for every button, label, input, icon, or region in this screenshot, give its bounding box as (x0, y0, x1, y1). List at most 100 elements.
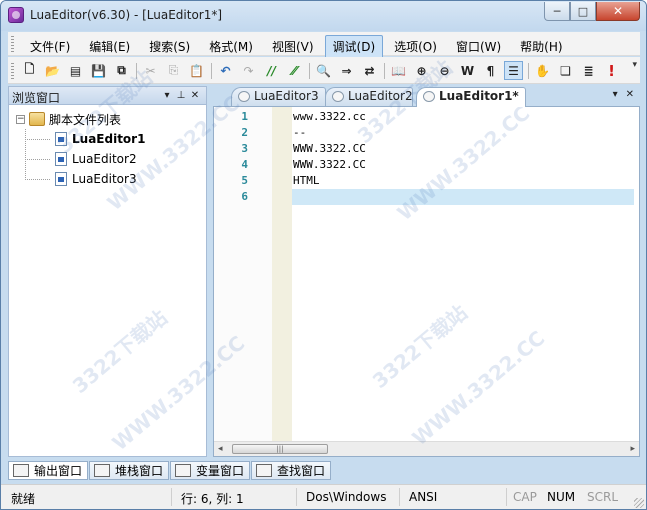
list-icon[interactable]: ≣ (579, 61, 598, 80)
code-editor[interactable]: 1 www.3322.cc 2 -- 3 WWW.3322.CC 4 WWW.3… (213, 106, 640, 457)
find-next-icon[interactable]: ⇒ (337, 61, 356, 80)
cut-icon[interactable]: ✂ (141, 61, 160, 80)
tab-luaeditor2[interactable]: LuaEditor2 (325, 87, 413, 106)
bottom-panel-tabs: 输出窗口 堆栈窗口 变量窗口 查找窗口 (8, 461, 640, 481)
menu-options[interactable]: 选项(O) (386, 35, 445, 59)
open-recent-icon[interactable]: ▤ (66, 61, 85, 80)
line-number: 6 (241, 190, 248, 203)
tree-connector (25, 129, 26, 181)
toolbar-overflow-icon[interactable]: ▾ (632, 61, 637, 70)
status-caps-lock: CAP (513, 490, 537, 504)
open-folder-icon[interactable]: 📂 (43, 61, 62, 80)
tab-label: 变量窗口 (196, 464, 245, 478)
tab-label: LuaEditor2 (348, 89, 413, 103)
panel-dropdown-icon[interactable]: ▾ (160, 88, 174, 103)
line-text: HTML (293, 174, 320, 187)
bookmark-icon[interactable]: ❏ (556, 61, 575, 80)
menu-file[interactable]: 文件(F) (22, 35, 78, 59)
menu-grip-handle[interactable] (11, 36, 14, 52)
menu-window[interactable]: 窗口(W) (448, 35, 509, 59)
menu-help[interactable]: 帮助(H) (512, 35, 570, 59)
status-scroll-lock: SCRL (587, 490, 619, 504)
indent-guide-icon[interactable]: ☰ (504, 61, 523, 80)
variable-window-icon (175, 464, 192, 477)
tab-output-window[interactable]: 输出窗口 (8, 461, 89, 480)
uncomment-icon[interactable]: ⁄⁄ (285, 61, 304, 80)
word-wrap-icon[interactable]: W (458, 61, 477, 80)
redo-icon[interactable]: ↷ (239, 61, 258, 80)
panel-pin-icon[interactable]: ⊥ (174, 88, 188, 103)
tree-connector (25, 159, 51, 160)
menu-debug[interactable]: 调试(D) (324, 35, 384, 59)
status-bar: 就绪 行: 6, 列: 1 Dos\Windows ANSI CAP NUM S… (1, 484, 646, 509)
tab-stack-window[interactable]: 堆栈窗口 (89, 461, 170, 480)
tree-item-luaeditor1[interactable]: LuaEditor1 (25, 129, 146, 149)
tab-variable-window[interactable]: 变量窗口 (170, 461, 251, 480)
app-logo-icon (8, 7, 24, 23)
book-icon[interactable]: 📖 (389, 61, 408, 80)
horizontal-scrollbar[interactable]: ◂ ||| ▸ (214, 441, 639, 456)
code-line-current[interactable]: 6 (214, 189, 639, 205)
tab-label: LuaEditor1* (439, 89, 519, 103)
paste-icon[interactable]: 📋 (187, 61, 206, 80)
tab-luaeditor1[interactable]: LuaEditor1* (416, 87, 526, 107)
line-text: WWW.3322.CC (293, 142, 366, 155)
code-line[interactable]: 3 WWW.3322.CC (214, 141, 639, 157)
menu-view[interactable]: 视图(V) (264, 35, 322, 59)
resize-grip-handle[interactable] (634, 498, 644, 508)
title-bar[interactable]: LuaEditor(v6.30) - [LuaEditor1*] ─ □ ✕ (1, 1, 646, 31)
tree-item-luaeditor2[interactable]: LuaEditor2 (25, 149, 145, 169)
line-text: www.3322.cc (293, 110, 366, 123)
code-line[interactable]: 5 HTML (214, 173, 639, 189)
save-icon[interactable]: 💾 (89, 61, 108, 80)
menu-format[interactable]: 格式(M) (201, 35, 261, 59)
tree-root[interactable]: − 脚本文件列表 (13, 109, 145, 129)
zoom-in-icon[interactable]: ⊕ (412, 61, 431, 80)
tab-list-dropdown-icon[interactable]: ▾ (613, 89, 618, 100)
tree-item-luaeditor3[interactable]: LuaEditor3 (25, 169, 145, 189)
replace-icon[interactable]: ⇄ (360, 61, 379, 80)
code-line[interactable]: 1 www.3322.cc (214, 109, 639, 125)
tab-luaeditor3[interactable]: LuaEditor3 (231, 87, 326, 106)
scroll-right-icon[interactable]: ▸ (630, 444, 635, 454)
save-all-icon[interactable]: ⧉ (112, 61, 131, 80)
new-file-icon[interactable]: 🗋 (20, 61, 39, 80)
zoom-out-icon[interactable]: ⊖ (435, 61, 454, 80)
toolbar-separator (136, 62, 137, 79)
status-divider (171, 488, 172, 506)
panel-close-icon[interactable]: ✕ (188, 88, 202, 103)
tab-label: 堆栈窗口 (115, 464, 164, 478)
paragraph-icon[interactable]: ¶ (481, 61, 500, 80)
lua-file-icon (55, 132, 67, 146)
minimize-button[interactable]: ─ (544, 2, 570, 21)
menu-search[interactable]: 搜索(S) (141, 35, 198, 59)
stop-icon[interactable]: ! (602, 61, 621, 80)
tab-find-window[interactable]: 查找窗口 (251, 461, 332, 480)
menu-edit[interactable]: 编辑(E) (81, 35, 138, 59)
toolbar-grip-handle[interactable] (11, 63, 14, 79)
tab-label: 输出窗口 (34, 464, 83, 478)
tab-close-icon[interactable]: ✕ (626, 89, 634, 100)
scroll-left-icon[interactable]: ◂ (218, 444, 223, 454)
status-num-lock: NUM (547, 490, 576, 504)
status-divider (399, 488, 400, 506)
find-icon[interactable]: 🔍 (314, 61, 333, 80)
status-divider (506, 488, 507, 506)
lua-file-icon (55, 152, 67, 166)
scrollbar-thumb[interactable]: ||| (232, 444, 328, 454)
tree-expander[interactable]: − (16, 114, 25, 124)
status-divider (296, 488, 297, 506)
tree-item-label: LuaEditor1 (72, 132, 146, 146)
hand-icon[interactable]: ✋ (533, 61, 552, 80)
code-line[interactable]: 2 -- (214, 125, 639, 141)
close-button[interactable]: ✕ (596, 2, 640, 21)
tree-item-label: LuaEditor2 (72, 152, 137, 166)
code-line[interactable]: 4 WWW.3322.CC (214, 157, 639, 173)
status-encoding: ANSI (409, 490, 438, 504)
comment-icon[interactable]: // (262, 61, 281, 80)
copy-icon[interactable]: ⎘ (164, 61, 183, 80)
toolbar: 🗋 📂 ▤ 💾 ⧉ ✂ ⎘ 📋 ↶ ↷ // ⁄⁄ 🔍 ⇒ ⇄ 📖 ⊕ ⊖ W … (8, 57, 640, 84)
window-controls: ─ □ ✕ (544, 2, 640, 21)
undo-icon[interactable]: ↶ (216, 61, 235, 80)
maximize-button[interactable]: □ (570, 2, 596, 21)
